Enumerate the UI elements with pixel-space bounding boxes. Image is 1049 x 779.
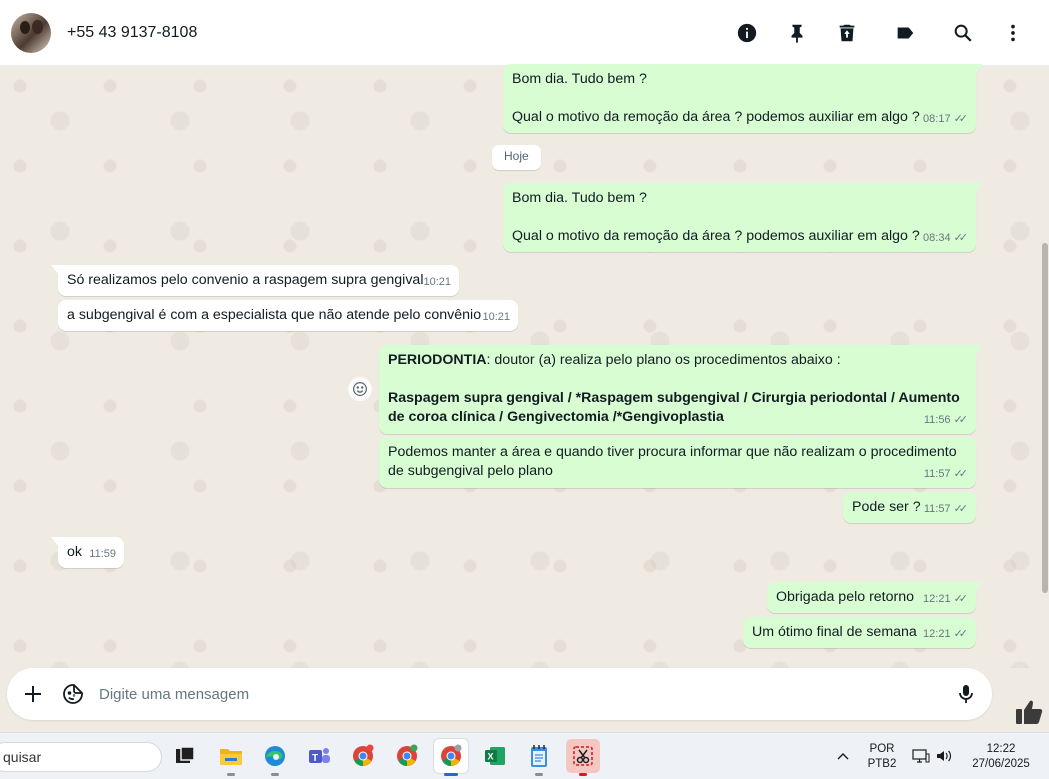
system-clock[interactable]: 12:22 27/06/2025 bbox=[962, 742, 1040, 772]
snipping-tool-icon[interactable] bbox=[566, 739, 600, 776]
message-outgoing[interactable]: PERIODONTIA: doutor (a) realiza pelo pla… bbox=[379, 345, 983, 434]
message-time: 11:57 bbox=[923, 468, 951, 480]
microphone-icon[interactable] bbox=[952, 680, 980, 708]
message-time: 12:21 bbox=[923, 628, 951, 640]
network-icon[interactable] bbox=[912, 748, 930, 764]
message-input[interactable] bbox=[99, 682, 939, 706]
keyboard-layout: PTB2 bbox=[867, 758, 897, 770]
message-time: 12:21 bbox=[923, 593, 951, 605]
delete-icon[interactable] bbox=[831, 17, 863, 49]
read-receipt-icon: ✓✓ bbox=[953, 232, 969, 244]
contact-name[interactable]: +55 43 9137-8108 bbox=[67, 24, 197, 42]
message-text: Raspagem supra gengival / *Raspagem subg… bbox=[388, 390, 960, 406]
read-receipt-icon: ✓✓ bbox=[953, 468, 969, 480]
thumbs-up-icon[interactable] bbox=[1013, 696, 1045, 728]
message-incoming[interactable]: Só realizamos pelo convenio a raspagem s… bbox=[51, 265, 459, 296]
attach-plus-icon[interactable] bbox=[19, 680, 47, 708]
message-time: 08:17 bbox=[923, 113, 951, 125]
search-icon[interactable] bbox=[947, 17, 979, 49]
message-time: 10:21 bbox=[482, 311, 510, 323]
message-outgoing[interactable]: Pode ser ? 11:57 ✓✓ bbox=[843, 492, 976, 523]
message-time: 11:56 bbox=[923, 414, 951, 426]
file-explorer-icon[interactable] bbox=[214, 739, 248, 776]
message-time: 10:21 bbox=[423, 276, 451, 288]
chrome-active-icon[interactable] bbox=[434, 739, 468, 776]
chat-header: +55 43 9137-8108 bbox=[0, 0, 1049, 66]
message-outgoing[interactable]: Podemos manter a área e quando tiver pro… bbox=[379, 437, 976, 488]
message-outgoing[interactable]: Um ótimo final de semana 12:21 ✓✓ bbox=[743, 617, 976, 648]
read-receipt-icon: ✓✓ bbox=[953, 628, 969, 640]
read-receipt-icon: ✓✓ bbox=[953, 503, 969, 515]
sticker-emoji-icon[interactable] bbox=[59, 680, 87, 708]
clock-date: 27/06/2025 bbox=[972, 758, 1030, 770]
message-text: Qual o motivo da remoção da área ? podem… bbox=[512, 109, 920, 125]
message-outgoing[interactable]: Obrigada pelo retorno 12:21 ✓✓ bbox=[767, 582, 983, 613]
svg-text:T: T bbox=[312, 753, 318, 764]
task-view-icon[interactable] bbox=[168, 739, 202, 773]
message-text: Podemos manter a área e quando tiver pro… bbox=[388, 444, 957, 460]
contact-avatar[interactable] bbox=[11, 13, 51, 53]
message-text: : doutor (a) realiza pelo plano os proce… bbox=[486, 352, 841, 368]
chrome-icon[interactable] bbox=[346, 739, 380, 773]
message-heading: PERIODONTIA bbox=[388, 352, 487, 368]
message-text: Só realizamos pelo convenio a raspagem s… bbox=[67, 272, 424, 288]
windows-taskbar: quisar T X POR PTB2 12:22 27/06/2025 bbox=[0, 732, 1049, 779]
message-text: Bom dia. Tudo bem ? bbox=[512, 71, 647, 87]
message-text: Bom dia. Tudo bem ? bbox=[512, 190, 647, 206]
read-receipt-icon: ✓✓ bbox=[953, 593, 969, 605]
message-text: de subgengival pelo plano bbox=[388, 463, 553, 479]
edge-browser-icon[interactable] bbox=[258, 739, 292, 776]
message-time: 11:59 bbox=[89, 548, 116, 560]
chat-scrollbar-thumb[interactable] bbox=[1042, 243, 1048, 593]
info-icon[interactable] bbox=[731, 17, 763, 49]
language-code: POR bbox=[869, 743, 895, 755]
message-outgoing[interactable]: Bom dia. Tudo bem ? Qual o motivo da rem… bbox=[503, 64, 983, 133]
message-outgoing[interactable]: Bom dia. Tudo bem ? Qual o motivo da rem… bbox=[503, 183, 983, 252]
pin-icon[interactable] bbox=[781, 17, 813, 49]
teams-icon[interactable]: T bbox=[302, 739, 336, 773]
svg-text:X: X bbox=[488, 752, 494, 762]
react-emoji-button[interactable] bbox=[348, 377, 372, 401]
input-language[interactable]: POR PTB2 bbox=[866, 742, 898, 772]
read-receipt-icon: ✓✓ bbox=[953, 113, 969, 125]
excel-icon[interactable]: X bbox=[478, 739, 512, 773]
read-receipt-icon: ✓✓ bbox=[953, 414, 969, 426]
clock-time: 12:22 bbox=[986, 743, 1016, 755]
message-composer bbox=[7, 668, 992, 720]
tray-chevron-up-icon[interactable] bbox=[836, 749, 850, 763]
message-time: 11:57 bbox=[923, 503, 951, 515]
message-text: a subgengival é com a especialista que n… bbox=[67, 307, 482, 323]
label-icon[interactable] bbox=[889, 17, 921, 49]
message-text: Qual o motivo da remoção da área ? podem… bbox=[512, 228, 920, 244]
message-incoming[interactable]: a subgengival é com a especialista que n… bbox=[58, 300, 518, 331]
taskbar-search-box[interactable]: quisar bbox=[0, 742, 162, 772]
message-text: de coroa clínica / Gengivectomia /*Gengi… bbox=[388, 409, 724, 425]
message-time: 08:34 bbox=[923, 232, 951, 244]
volume-icon[interactable] bbox=[935, 748, 953, 764]
message-incoming[interactable]: ok 11:59 bbox=[51, 537, 124, 568]
date-divider: Hoje bbox=[492, 145, 541, 170]
chrome-profile-icon[interactable] bbox=[390, 739, 424, 773]
more-options-icon[interactable] bbox=[997, 17, 1029, 49]
notepad-icon[interactable] bbox=[522, 739, 556, 776]
